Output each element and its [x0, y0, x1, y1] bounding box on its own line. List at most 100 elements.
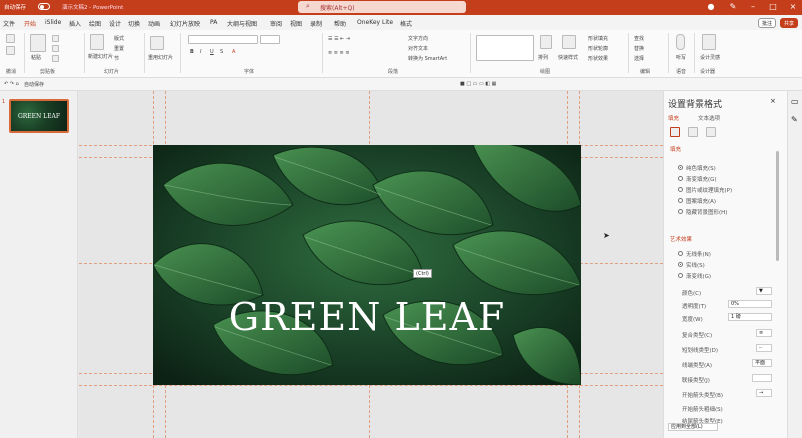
hide-graphics-checkbox[interactable]: [678, 209, 683, 214]
join-select[interactable]: [752, 374, 772, 382]
line-radio-none[interactable]: [678, 251, 683, 256]
compound-select[interactable]: ≡: [756, 329, 772, 337]
begin-arrow-select[interactable]: →: [756, 389, 772, 397]
tab-draw[interactable]: 绘图: [89, 19, 101, 28]
new-slide-icon[interactable]: [90, 34, 104, 50]
align-text-button[interactable]: 对齐文本: [408, 45, 428, 52]
minimize-button[interactable]: –: [748, 2, 758, 12]
search-box[interactable]: ⌕ 搜索(Alt+Q): [298, 1, 466, 13]
close-button[interactable]: ×: [788, 2, 798, 12]
tab-onekey[interactable]: OneKey Lite: [357, 19, 393, 26]
transparency-input[interactable]: 0%: [728, 300, 772, 308]
pane-scrollbar[interactable]: [776, 151, 779, 261]
arrange-label: 排列: [538, 55, 549, 61]
select-button[interactable]: 选择: [634, 55, 644, 62]
copy-icon[interactable]: [52, 45, 59, 52]
quick-styles-icon[interactable]: [562, 35, 576, 49]
width-input[interactable]: 1 磅: [728, 313, 772, 321]
font-family-select[interactable]: [188, 35, 258, 44]
font-size-select[interactable]: [260, 35, 280, 44]
tab-file[interactable]: 文件: [3, 19, 15, 28]
restore-button[interactable]: □: [768, 2, 778, 12]
dash-select[interactable]: ┄: [756, 344, 772, 352]
find-button[interactable]: 查找: [634, 35, 644, 42]
group-paragraph-label: 段落: [388, 69, 399, 75]
fill-radio-picture[interactable]: [678, 187, 683, 192]
fill-bucket-icon[interactable]: [670, 127, 680, 137]
group-clipboard-label: 剪贴板: [40, 69, 56, 75]
tab-home[interactable]: 开始: [24, 19, 37, 31]
fill-radio-gradient[interactable]: [678, 176, 683, 181]
reset-button[interactable]: 重置: [114, 45, 124, 52]
slide-thumbnail[interactable]: GREEN LEAF: [9, 99, 69, 133]
reuse-slides-icon[interactable]: [150, 36, 164, 50]
shape-effect-button[interactable]: 形状效果: [588, 55, 608, 62]
pentagon-icon[interactable]: [688, 127, 698, 137]
italic-button[interactable]: I: [200, 49, 201, 55]
tab-review[interactable]: 审阅: [270, 19, 282, 28]
format-painter-icon[interactable]: [52, 55, 59, 62]
designer-icon[interactable]: [702, 34, 716, 50]
line-radio-gradient[interactable]: [678, 273, 683, 278]
fill-radio-pattern[interactable]: [678, 198, 683, 203]
comments-button[interactable]: 批注: [758, 18, 777, 28]
tab-format[interactable]: 格式: [400, 19, 412, 28]
pen-rail-icon[interactable]: ✎: [791, 115, 798, 124]
fill-radio-solid[interactable]: [678, 165, 683, 170]
pane-close-icon[interactable]: ×: [770, 97, 776, 105]
strikethrough-button[interactable]: S: [220, 49, 223, 55]
bullets-icon[interactable]: ☰ ☰ ⇤ ⇥: [328, 36, 350, 42]
tab-design[interactable]: 设计: [109, 19, 121, 28]
line-radio-solid[interactable]: [678, 262, 683, 267]
group-divider: [180, 33, 181, 73]
quick-format-icons[interactable]: ■ □ ▭ ▭ ◧ ▦: [460, 81, 496, 87]
tab-outline[interactable]: 大纲与视图: [227, 19, 257, 28]
tab-view[interactable]: 视图: [290, 19, 302, 28]
pane-tab-text[interactable]: 文本选项: [698, 114, 720, 122]
quick-tools-icons[interactable]: ↶ ↷ ⌂: [4, 81, 19, 87]
tab-help[interactable]: 帮助: [334, 19, 346, 28]
layout-icon[interactable]: [706, 127, 716, 137]
layout-button[interactable]: 版式: [114, 35, 124, 42]
paste-icon[interactable]: [30, 34, 46, 52]
bold-button[interactable]: B: [190, 49, 194, 55]
shapes-gallery[interactable]: [476, 35, 534, 61]
tab-animations[interactable]: 动画: [148, 19, 160, 28]
pane-tab-fill[interactable]: 填充: [668, 114, 679, 122]
slide-title[interactable]: GREEN LEAF: [153, 295, 581, 339]
slide[interactable]: GREEN LEAF: [153, 145, 581, 385]
shape-fill-button[interactable]: 形状填充: [588, 35, 608, 42]
align-icons[interactable]: ≡ ≡ ≡ ≡: [328, 50, 350, 56]
comment-icon[interactable]: ▭: [791, 97, 799, 106]
font-color-button[interactable]: A: [232, 49, 235, 55]
pen-icon[interactable]: ✎: [728, 2, 738, 12]
smartart-button[interactable]: 转换为 SmartArt: [408, 55, 447, 62]
paste-options-badge[interactable]: (Ctrl): [413, 269, 432, 278]
tab-record[interactable]: 录制: [310, 19, 322, 28]
apply-all-button[interactable]: 应用到全部(L): [668, 423, 718, 431]
redo-icon[interactable]: [6, 46, 15, 55]
tab-insert[interactable]: 插入: [69, 19, 81, 28]
cap-select[interactable]: 平面: [752, 359, 772, 367]
avatar[interactable]: ●: [706, 2, 716, 12]
share-button[interactable]: 共享: [780, 18, 799, 28]
text-direction-button[interactable]: 文字方向: [408, 35, 428, 42]
shape-outline-button[interactable]: 形状轮廓: [588, 45, 608, 52]
color-picker[interactable]: ▼: [756, 287, 772, 295]
section-button[interactable]: 节: [114, 55, 119, 62]
fill-section-header[interactable]: 填充: [670, 145, 681, 153]
underline-button[interactable]: U: [210, 49, 214, 55]
microphone-icon[interactable]: [676, 34, 685, 50]
art-section-header[interactable]: 艺术效果: [670, 235, 692, 243]
tab-transitions[interactable]: 切换: [128, 19, 140, 28]
tab-pa[interactable]: PA: [210, 19, 217, 26]
tab-islide[interactable]: iSlide: [45, 19, 61, 26]
undo-icon[interactable]: [6, 34, 15, 43]
arrange-icon[interactable]: [540, 35, 552, 49]
cut-icon[interactable]: [52, 35, 59, 42]
group-designer-label: 设计器: [700, 69, 716, 75]
replace-button[interactable]: 替换: [634, 45, 644, 52]
autosave-toggle[interactable]: [38, 3, 50, 10]
tab-slideshow[interactable]: 幻灯片放映: [170, 19, 200, 28]
line-option-gradient: 渐变线(G): [686, 274, 712, 280]
